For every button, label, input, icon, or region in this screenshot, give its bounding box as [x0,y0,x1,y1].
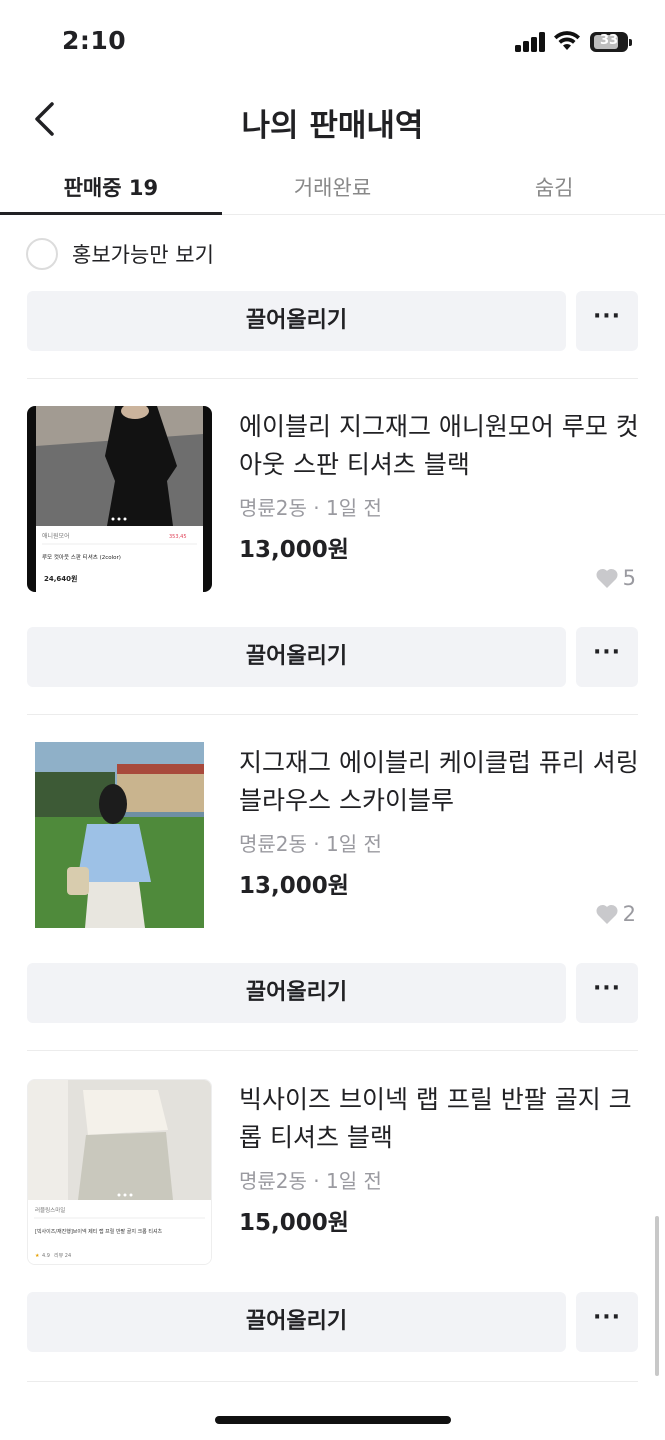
item-action-row: 끌어올리기 ··· [27,291,638,351]
more-options-button[interactable]: ··· [576,291,638,351]
thumb-shop-name: 애니원모어 [42,532,70,540]
svg-text:★: ★ [35,1253,40,1259]
item-thumbnail[interactable] [27,742,212,928]
list-item[interactable]: 지그재그 에이블리 케이클럽 퓨리 셔링 블라우스 스카이블루 명륜2동 · 1… [27,742,639,928]
item-thumbnail[interactable]: 애니원모어 353,45 루모 컷아웃 스판 티셔츠 (2color) 24,6… [27,406,212,592]
tab-completed[interactable]: 거래완료 [222,160,444,214]
divider [27,714,638,715]
promotable-filter[interactable]: 홍보가능만 보기 [26,236,214,272]
wifi-icon [552,28,582,52]
item-meta: 명륜2동 · 1일 전 [239,496,382,520]
status-time: 2:10 [62,26,127,55]
status-bar: 2:10 33 [0,0,665,80]
bump-button[interactable]: 끌어올리기 [27,627,566,687]
heart-icon [596,568,618,588]
like-count-value: 2 [622,902,636,926]
item-price: 15,000원 [239,1210,349,1236]
filter-label: 홍보가능만 보기 [72,243,214,267]
thumb-reviews: 리뷰 24 [54,1252,71,1259]
home-indicator[interactable] [215,1416,451,1424]
thumb-price: 24,640원 [44,574,77,583]
heart-icon [596,904,618,924]
item-title: 빅사이즈 브이넥 랩 프릴 반팔 골지 크롭 티셔츠 블랙 [239,1085,632,1152]
tab-selling[interactable]: 판매중 19 [0,160,222,215]
thumb-product-name: 루모 컷아웃 스판 티셔츠 (2color) [42,553,121,561]
like-count-value: 5 [622,566,636,590]
divider [27,1050,638,1051]
item-action-row: 끌어올리기 ··· [27,1292,638,1352]
like-count: 2 [595,902,636,926]
item-thumbnail[interactable]: 러블링스마일 [빅사이즈/재진행]브이넥 제티 랩 프릴 반팔 골지 크롭 티셔… [27,1079,212,1265]
item-meta: 명륜2동 · 1일 전 [239,832,382,856]
battery-icon: 33 [590,32,632,52]
bump-button[interactable]: 끌어올리기 [27,291,566,351]
thumb-likes: 353,45 [169,534,187,540]
item-price: 13,000원 [239,537,349,563]
like-count: 5 [595,566,636,590]
tab-hidden[interactable]: 숨김 [443,160,665,214]
tab-bar: 판매중 19 거래완료 숨김 [0,160,665,215]
item-action-row: 끌어올리기 ··· [27,963,638,1023]
item-action-row: 끌어올리기 ··· [27,627,638,687]
more-options-button[interactable]: ··· [576,627,638,687]
bump-button[interactable]: 끌어올리기 [27,963,566,1023]
more-options-button[interactable]: ··· [576,963,638,1023]
thumb-rating: 4.9 [42,1253,50,1259]
item-meta: 명륜2동 · 1일 전 [239,1169,382,1193]
thumb-shop-name: 러블링스마일 [35,1206,65,1214]
list-item[interactable]: 애니원모어 353,45 루모 컷아웃 스판 티셔츠 (2color) 24,6… [27,406,639,592]
page-title: 나의 판매내역 [241,108,424,144]
bump-button[interactable]: 끌어올리기 [27,1292,566,1352]
list-item[interactable]: 러블링스마일 [빅사이즈/재진행]브이넥 제티 랩 프릴 반팔 골지 크롭 티셔… [27,1079,638,1265]
thumb-product-name: [빅사이즈/재진행]브이넥 제티 랩 프릴 반팔 골지 크롭 티셔츠 [35,1228,163,1235]
divider [27,378,638,379]
more-options-button[interactable]: ··· [576,1292,638,1352]
item-title: 지그재그 에이블리 케이클럽 퓨리 셔링 블라우스 스카이블루 [239,748,639,815]
filter-radio[interactable] [26,238,58,270]
divider [27,1381,638,1382]
item-price: 13,000원 [239,873,349,899]
scrollbar[interactable] [655,1216,659,1376]
item-title: 에이블리 지그재그 애니원모어 루모 컷아웃 스판 티셔츠 블랙 [239,412,639,479]
header: 나의 판매내역 [0,88,665,152]
battery-level: 33 [599,33,619,48]
cellular-signal-icon [515,32,547,52]
